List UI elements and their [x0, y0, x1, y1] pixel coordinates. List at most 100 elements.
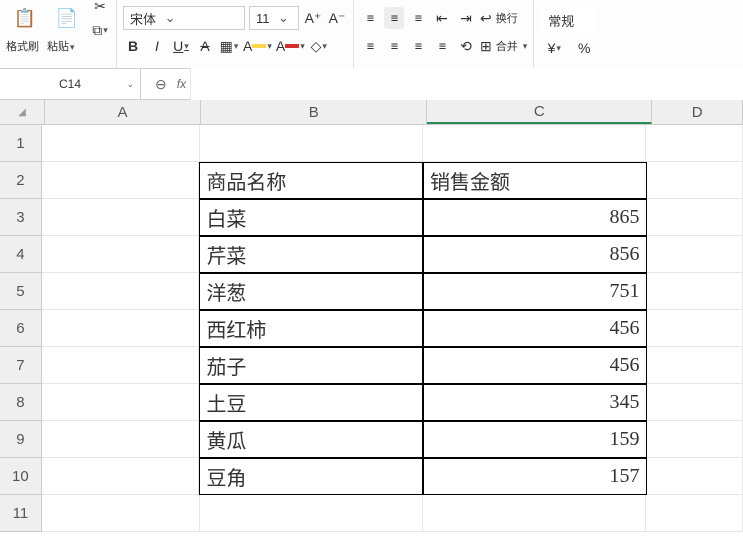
align-left-button[interactable]: ≡ — [360, 35, 380, 57]
font-color-button[interactable]: A▾ — [276, 35, 305, 57]
cell[interactable] — [647, 310, 743, 347]
cell[interactable] — [647, 273, 743, 310]
currency-button[interactable]: ¥▾ — [544, 37, 564, 59]
cell[interactable]: 豆角 — [199, 458, 423, 495]
cell[interactable] — [42, 162, 200, 199]
decrease-indent-button[interactable]: ⇤ — [432, 7, 452, 29]
cell[interactable]: 销售金额 — [423, 162, 647, 199]
cell[interactable] — [646, 125, 743, 162]
cell[interactable] — [42, 273, 200, 310]
wrap-text-button[interactable]: ↩换行 — [480, 8, 518, 28]
cell[interactable]: 芹菜 — [199, 236, 423, 273]
cell[interactable]: 856 — [423, 236, 647, 273]
cell[interactable] — [647, 199, 743, 236]
formula-input[interactable] — [190, 68, 743, 100]
cell[interactable] — [42, 125, 200, 162]
cut-button[interactable]: ✂ — [90, 0, 110, 17]
row-header[interactable]: 11 — [0, 495, 42, 532]
cell[interactable]: 白菜 — [199, 199, 423, 236]
cell[interactable]: 456 — [423, 347, 647, 384]
row-header[interactable]: 10 — [0, 458, 42, 495]
align-right-button[interactable]: ≡ — [408, 35, 428, 57]
fx-label[interactable]: fx — [177, 77, 186, 91]
column-headers: ◢ A B C D — [0, 100, 743, 125]
cell[interactable] — [200, 495, 423, 532]
zoom-out-icon[interactable]: ⊖ — [155, 76, 167, 93]
cell[interactable] — [646, 495, 743, 532]
cell[interactable]: 157 — [423, 458, 647, 495]
cell[interactable] — [423, 125, 646, 162]
cell[interactable]: 商品名称 — [199, 162, 423, 199]
bold-button[interactable]: B — [123, 35, 143, 57]
cell[interactable] — [647, 347, 743, 384]
cell[interactable] — [42, 384, 200, 421]
col-header-D[interactable]: D — [652, 100, 743, 124]
number-format-select[interactable]: 常规 — [542, 9, 596, 31]
cell[interactable] — [647, 236, 743, 273]
align-top-button[interactable]: ≡ — [360, 7, 380, 29]
col-header-A[interactable]: A — [45, 100, 201, 124]
font-size-select[interactable]: 11 ⌄ — [249, 6, 299, 30]
row-header[interactable]: 6 — [0, 310, 42, 347]
cell[interactable]: 土豆 — [199, 384, 423, 421]
cell[interactable] — [42, 421, 200, 458]
row-header[interactable]: 9 — [0, 421, 42, 458]
row-header[interactable]: 8 — [0, 384, 42, 421]
bucket-icon: A — [243, 38, 252, 54]
cell[interactable] — [647, 421, 743, 458]
cell[interactable] — [647, 458, 743, 495]
underline-button[interactable]: U▾ — [171, 35, 191, 57]
cell[interactable]: 洋葱 — [199, 273, 423, 310]
cell[interactable]: 黄瓜 — [199, 421, 423, 458]
cell[interactable]: 865 — [423, 199, 647, 236]
cell[interactable] — [423, 495, 646, 532]
row-header[interactable]: 5 — [0, 273, 42, 310]
align-justify-button[interactable]: ≡ — [432, 35, 452, 57]
border-button[interactable]: ▦▾ — [219, 35, 239, 57]
cell[interactable] — [200, 125, 423, 162]
cell[interactable] — [647, 162, 743, 199]
cell[interactable]: 茄子 — [199, 347, 423, 384]
cell[interactable] — [42, 236, 200, 273]
cell[interactable] — [42, 310, 200, 347]
cell[interactable] — [42, 199, 200, 236]
format-painter-button[interactable]: 📋 — [6, 9, 44, 27]
highlight-button[interactable]: ◇▾ — [309, 35, 329, 57]
cell[interactable]: 西红柿 — [199, 310, 423, 347]
percent-button[interactable]: % — [574, 37, 594, 59]
increase-font-button[interactable]: A⁺ — [303, 7, 323, 29]
cell[interactable]: 456 — [423, 310, 647, 347]
name-box[interactable]: C14 ⌄ — [0, 69, 141, 99]
row-header[interactable]: 4 — [0, 236, 42, 273]
paste-button[interactable]: 📄 — [48, 9, 86, 27]
row-header[interactable]: 3 — [0, 199, 42, 236]
align-center-button[interactable]: ≡ — [384, 35, 404, 57]
merge-cells-button[interactable]: ⊞合并▾ — [480, 36, 527, 56]
strike-button[interactable]: A — [195, 35, 215, 57]
cell[interactable] — [647, 384, 743, 421]
align-middle-button[interactable]: ≡ — [384, 7, 404, 29]
row-header[interactable]: 2 — [0, 162, 42, 199]
cell[interactable] — [42, 495, 200, 532]
increase-indent-button[interactable]: ⇥ — [456, 7, 476, 29]
align-bottom-button[interactable]: ≡ — [408, 7, 428, 29]
font-name-select[interactable]: 宋体 ⌄ — [123, 6, 245, 30]
orientation-button[interactable]: ⟲ — [456, 35, 476, 57]
cell[interactable]: 751 — [423, 273, 647, 310]
select-all-corner[interactable]: ◢ — [0, 100, 45, 124]
table-row: 8 土豆345 — [0, 384, 743, 421]
col-header-B[interactable]: B — [201, 100, 427, 124]
cell[interactable] — [42, 347, 200, 384]
col-header-C[interactable]: C — [427, 100, 652, 124]
fill-color-button[interactable]: A▾ — [243, 35, 272, 57]
row-header[interactable]: 7 — [0, 347, 42, 384]
table-row: 6 西红柿456 — [0, 310, 743, 347]
cell[interactable]: 345 — [423, 384, 647, 421]
italic-button[interactable]: I — [147, 35, 167, 57]
scissors-icon: ✂ — [94, 0, 106, 15]
border-icon: ▦ — [220, 38, 233, 55]
cell[interactable] — [42, 458, 200, 495]
decrease-font-button[interactable]: A⁻ — [327, 7, 347, 29]
cell[interactable]: 159 — [423, 421, 647, 458]
row-header[interactable]: 1 — [0, 125, 42, 162]
